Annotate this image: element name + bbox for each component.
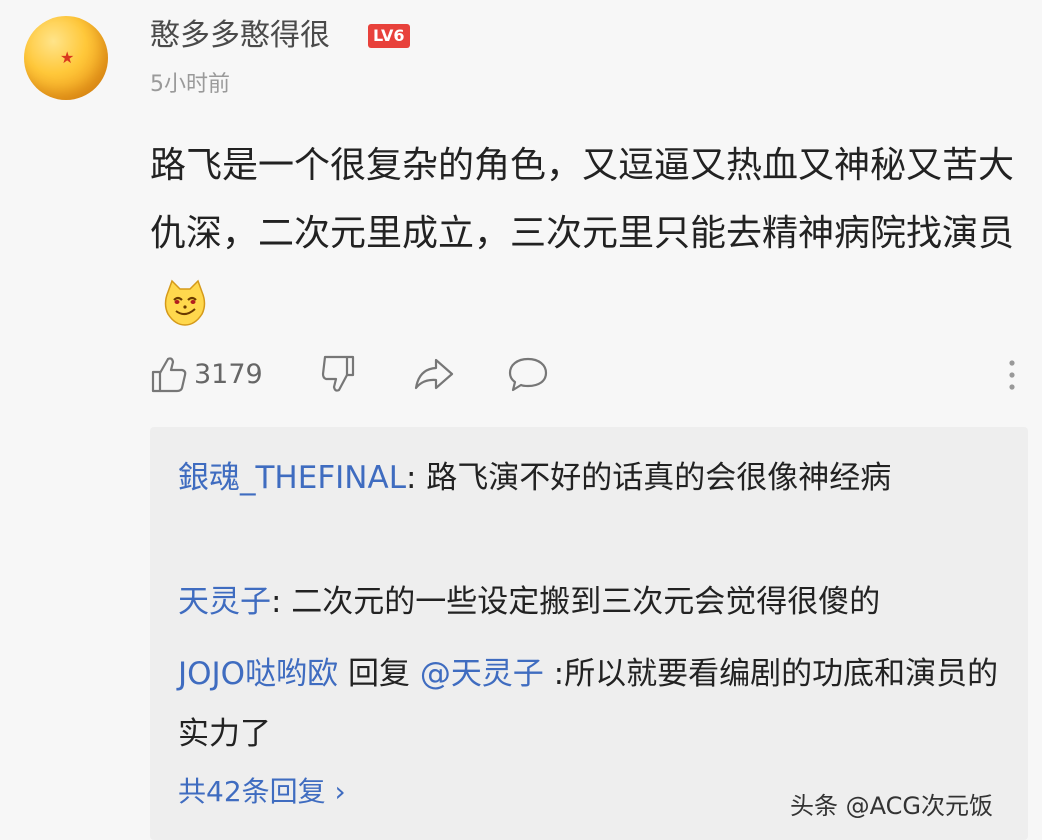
reply-mention[interactable]: @天灵子 bbox=[420, 656, 544, 692]
reply-item: 銀魂_THEFINAL: 路飞演不好的话真的会很像神经病 bbox=[178, 448, 1006, 508]
comment-bubble-icon bbox=[508, 357, 548, 392]
dislike-button[interactable] bbox=[320, 352, 360, 396]
comment-time: 5小时前 bbox=[150, 72, 230, 97]
more-replies-link[interactable]: 共42条回复 › bbox=[178, 770, 346, 814]
reply-button[interactable] bbox=[506, 352, 550, 396]
thumbs-down-icon bbox=[321, 355, 355, 392]
cat-smirk-emoji-icon bbox=[164, 279, 206, 326]
comment-text-content: 路飞是一个很复杂的角色，又逗逼又热血又神秘又苦大仇深，二次元里成立，三次元里只能… bbox=[150, 145, 1015, 254]
like-count: 3179 bbox=[194, 358, 263, 390]
reply-author[interactable]: JOJO哒哟欧 bbox=[178, 656, 338, 692]
watermark: 头条 @ACG次元饭 bbox=[790, 792, 993, 820]
level-badge: LV6 bbox=[368, 24, 410, 48]
reply-author[interactable]: 銀魂_THEFINAL bbox=[178, 460, 406, 496]
share-button[interactable] bbox=[412, 352, 456, 396]
like-button[interactable]: 3179 bbox=[150, 352, 263, 396]
comment-author[interactable]: 憨多多憨得很 bbox=[150, 16, 330, 56]
thumbs-up-icon bbox=[151, 357, 187, 393]
reply-author[interactable]: 天灵子 bbox=[178, 584, 271, 620]
comment-text: 路飞是一个很复杂的角色，又逗逼又热血又神秘又苦大仇深，二次元里成立，三次元里只能… bbox=[150, 132, 1020, 336]
share-arrow-icon bbox=[414, 358, 454, 390]
reply-item: 天灵子: 二次元的一些设定搬到三次元会觉得很傻的 bbox=[178, 572, 1006, 632]
reply-verb: 回复 bbox=[338, 656, 420, 692]
reply-item: JOJO哒哟欧 回复 @天灵子 :所以就要看编剧的功底和演员的实力了 bbox=[178, 644, 1006, 764]
reply-text: : 路飞演不好的话真的会很像神经病 bbox=[405, 460, 892, 496]
star-icon: ★ bbox=[60, 48, 75, 67]
more-options-icon[interactable] bbox=[1006, 358, 1018, 392]
avatar[interactable]: ★ bbox=[24, 16, 108, 100]
reply-text: : 二次元的一些设定搬到三次元会觉得很傻的 bbox=[271, 584, 881, 620]
